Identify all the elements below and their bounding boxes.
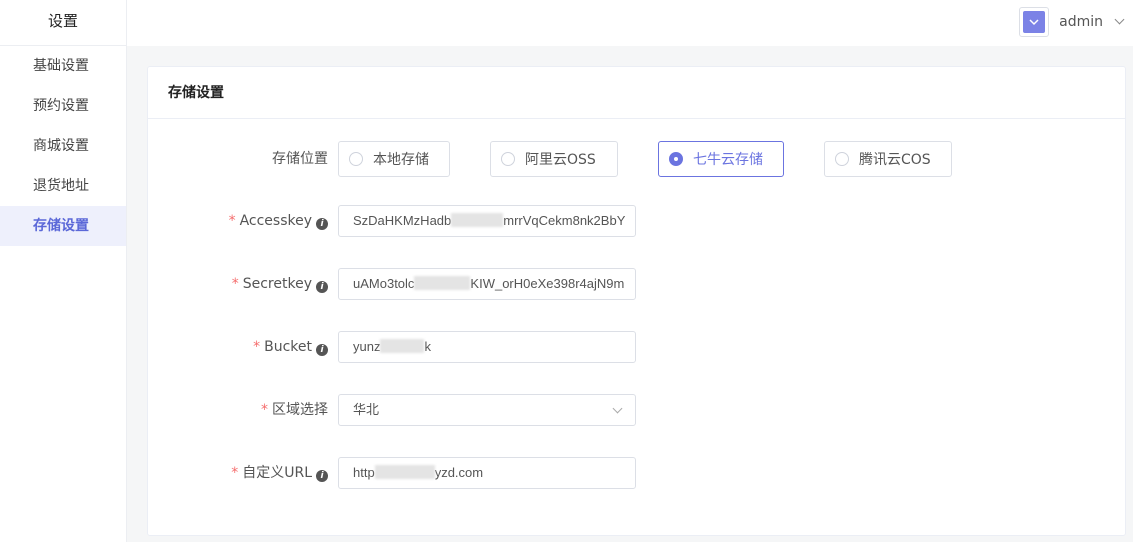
custom-url-input[interactable]: http yzd.com [338, 457, 636, 489]
sidebar-item-storage-settings[interactable]: 存储设置 [0, 206, 126, 246]
sidebar-title: 设置 [0, 0, 126, 46]
radio-checked-icon [669, 152, 683, 166]
radio-circle-icon [349, 152, 363, 166]
sidebar-item-return-address[interactable]: 退货地址 [0, 166, 126, 206]
card-title: 存储设置 [148, 67, 1125, 119]
region-row: * 区域选择 华北 [148, 394, 1127, 426]
info-icon[interactable]: i [316, 470, 328, 482]
redacted-mask [380, 339, 425, 353]
sidebar-item-booking-settings[interactable]: 预约设置 [0, 86, 126, 126]
custom-url-label: * 自定义URL i [231, 457, 328, 489]
avatar-icon [1023, 11, 1046, 33]
accesskey-label: * Accesskey i [229, 205, 328, 237]
radio-tencent-cos[interactable]: 腾讯云COS [824, 141, 952, 177]
redacted-mask [414, 276, 471, 290]
radio-local-storage[interactable]: 本地存储 [338, 141, 450, 177]
storage-settings-card: 存储设置 存储位置 本地存储 阿里云OSS 七牛云存储 腾讯云COS * Acce… [147, 66, 1126, 536]
custom-url-row: * 自定义URL i http yzd.com [148, 457, 1127, 489]
secretkey-row: * Secretkey i uAMo3tolc KIW_orH0eXe398r4ajN… [148, 268, 1127, 300]
accesskey-input[interactable]: SzDaHKMzHadb mrrVqCekm8nk2BbY [338, 205, 636, 237]
bucket-input[interactable]: yunz k [338, 331, 636, 363]
bucket-row: * Bucket i yunz k [148, 331, 1127, 363]
radio-circle-icon [501, 152, 515, 166]
info-icon[interactable]: i [316, 344, 328, 356]
storage-location-label: 存储位置 [272, 151, 328, 167]
radio-circle-icon [835, 152, 849, 166]
chevron-down-icon [1114, 14, 1125, 25]
secretkey-input[interactable]: uAMo3tolc KIW_orH0eXe398r4ajN9m [338, 268, 636, 300]
redacted-mask [374, 465, 435, 479]
accesskey-row: * Accesskey i SzDaHKMzHadb mrrVqCekm8nk2BbY [148, 205, 1127, 237]
region-select[interactable]: 华北 [338, 394, 636, 426]
radio-qiniu-storage[interactable]: 七牛云存储 [658, 141, 784, 177]
sidebar-item-mall-settings[interactable]: 商城设置 [0, 126, 126, 166]
info-icon[interactable]: i [316, 281, 328, 293]
storage-location-row: 存储位置 本地存储 阿里云OSS 七牛云存储 腾讯云COS [148, 141, 1127, 177]
avatar[interactable] [1019, 7, 1050, 37]
redacted-mask [451, 213, 504, 227]
user-menu[interactable]: admin [1019, 6, 1125, 38]
info-icon[interactable]: i [316, 218, 328, 230]
sidebar-item-basic-settings[interactable]: 基础设置 [0, 46, 126, 86]
chevron-down-icon [612, 403, 623, 414]
radio-aliyun-oss[interactable]: 阿里云OSS [490, 141, 618, 177]
bucket-label: * Bucket i [253, 331, 328, 363]
region-label: * 区域选择 [261, 402, 328, 418]
topbar: admin [127, 0, 1133, 46]
username: admin [1059, 14, 1103, 30]
sidebar: 设置 基础设置 预约设置 商城设置 退货地址 存储设置 [0, 0, 127, 542]
secretkey-label: * Secretkey i [232, 268, 328, 300]
